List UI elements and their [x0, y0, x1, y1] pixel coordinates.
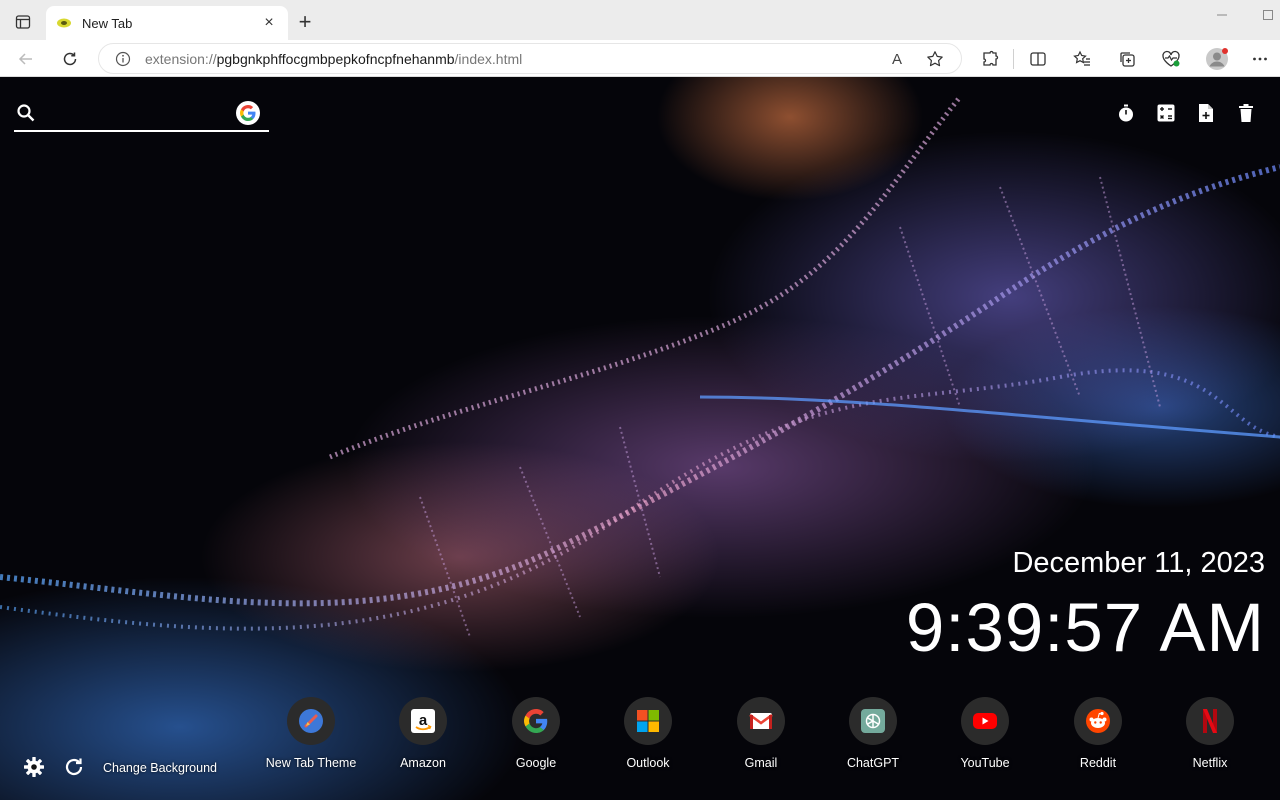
- tab-actions-icon: [15, 15, 31, 29]
- shortcut-outlook[interactable]: Outlook: [592, 697, 704, 770]
- minimize-icon: [1217, 14, 1227, 16]
- reddit-icon: [1074, 697, 1122, 745]
- add-note-button[interactable]: [1194, 101, 1218, 125]
- shortcut-label: Google: [515, 756, 557, 770]
- shortcut-label: ChatGPT: [846, 756, 900, 770]
- shortcut-label: YouTube: [960, 756, 1010, 770]
- read-aloud-button[interactable]: A: [885, 47, 909, 71]
- new-document-icon: [1199, 104, 1213, 122]
- tab-close-icon[interactable]: ×: [260, 14, 278, 32]
- shortcut-label: Reddit: [1079, 756, 1117, 770]
- heart-pulse-icon: [1162, 50, 1180, 67]
- google-icon: [512, 697, 560, 745]
- shortcut-gmail[interactable]: Gmail: [705, 697, 817, 770]
- star-icon: [927, 51, 943, 67]
- gmail-icon: [737, 697, 785, 745]
- puzzle-icon: [983, 50, 999, 66]
- browser-tab[interactable]: New Tab ×: [46, 6, 288, 40]
- shortcut-new-tab-theme[interactable]: New Tab Theme: [255, 697, 367, 770]
- calculator-icon: [1157, 104, 1175, 122]
- shortcut-netflix[interactable]: Netflix: [1154, 697, 1266, 770]
- address-bar[interactable]: extension://pgbgnkphffocgmbpepkofncpfneh…: [98, 43, 962, 74]
- stopwatch-icon: [1119, 104, 1133, 122]
- trash-icon: [1239, 104, 1253, 122]
- url-text: extension://pgbgnkphffocgmbpepkofncpfneh…: [145, 51, 522, 67]
- collections-button[interactable]: [1113, 45, 1141, 73]
- read-aloud-icon: A: [891, 50, 902, 68]
- new-tab-theme-icon: [287, 697, 335, 745]
- shortcut-label: Amazon: [400, 756, 446, 770]
- shortcut-reddit[interactable]: Reddit: [1042, 697, 1154, 770]
- search-engine-google-icon[interactable]: [236, 101, 260, 125]
- change-background-link[interactable]: Change Background: [103, 761, 217, 775]
- dna-background-image: [0, 95, 1280, 638]
- refresh-background-button[interactable]: [63, 755, 85, 779]
- split-screen-button[interactable]: [1024, 45, 1052, 73]
- outlook-icon: [624, 697, 672, 745]
- split-screen-icon: [1030, 52, 1046, 66]
- delete-button[interactable]: [1234, 101, 1258, 125]
- date-display: December 11, 2023: [1012, 547, 1265, 579]
- minimize-button[interactable]: [1212, 6, 1232, 24]
- collections-icon: [1120, 52, 1135, 67]
- site-info-icon[interactable]: [115, 51, 131, 67]
- url-host: pgbgnkphffocgmbpepkofncpfnehanmb: [216, 50, 455, 67]
- timer-button[interactable]: [1114, 101, 1138, 125]
- tab-favicon-icon: [56, 15, 72, 31]
- maximize-icon: [1263, 10, 1273, 20]
- shortcut-youtube[interactable]: YouTube: [929, 697, 1041, 770]
- shortcut-amazon[interactable]: a Amazon: [367, 697, 479, 770]
- shortcut-google[interactable]: Google: [480, 697, 592, 770]
- netflix-icon: [1186, 697, 1234, 745]
- time-display: 9:39:57 AM: [905, 589, 1265, 666]
- youtube-icon: [961, 697, 1009, 745]
- more-dots-icon: [1253, 57, 1267, 61]
- tab-title: New Tab: [82, 15, 133, 31]
- refresh-icon: [63, 52, 77, 66]
- shortcut-label: Gmail: [744, 756, 778, 770]
- title-bar: New Tab × +: [0, 0, 1280, 40]
- calculator-button[interactable]: [1154, 101, 1178, 125]
- chatgpt-icon: [849, 697, 897, 745]
- toolbar-divider: [1013, 49, 1014, 69]
- url-path: /index.html: [454, 50, 523, 67]
- gear-icon: [24, 757, 44, 777]
- shortcut-label: New Tab Theme: [265, 756, 357, 770]
- svg-text:a: a: [419, 712, 428, 729]
- new-tab-page: December 11, 2023 9:39:57 AM New Tab The…: [0, 77, 1280, 800]
- favorite-star-button[interactable]: [923, 47, 947, 71]
- refresh-button[interactable]: [56, 45, 84, 73]
- browser-essentials-button[interactable]: [1157, 45, 1185, 73]
- favorites-button[interactable]: [1068, 45, 1096, 73]
- amazon-icon: a: [399, 697, 447, 745]
- profile-button[interactable]: [1203, 45, 1231, 73]
- settings-more-button[interactable]: [1246, 45, 1274, 73]
- maximize-button[interactable]: [1258, 6, 1278, 24]
- avatar: [1206, 48, 1228, 70]
- extensions-button[interactable]: [976, 45, 1004, 73]
- search-icon[interactable]: [16, 103, 36, 123]
- search-bar: [14, 95, 269, 132]
- back-arrow-icon: [18, 53, 32, 65]
- shortcut-chatgpt[interactable]: ChatGPT: [817, 697, 929, 770]
- shortcut-label: Outlook: [626, 756, 670, 770]
- url-scheme: extension://: [145, 50, 217, 67]
- new-tab-button[interactable]: +: [292, 8, 318, 36]
- favorites-icon: [1073, 50, 1090, 66]
- tab-actions-button[interactable]: [8, 8, 38, 36]
- shortcut-label: Netflix: [1192, 756, 1228, 770]
- back-button[interactable]: [12, 45, 40, 73]
- browser-toolbar: extension://pgbgnkphffocgmbpepkofncpfneh…: [0, 40, 1280, 77]
- refresh-icon: [65, 758, 83, 776]
- settings-button[interactable]: [23, 755, 45, 779]
- search-input[interactable]: [48, 99, 228, 127]
